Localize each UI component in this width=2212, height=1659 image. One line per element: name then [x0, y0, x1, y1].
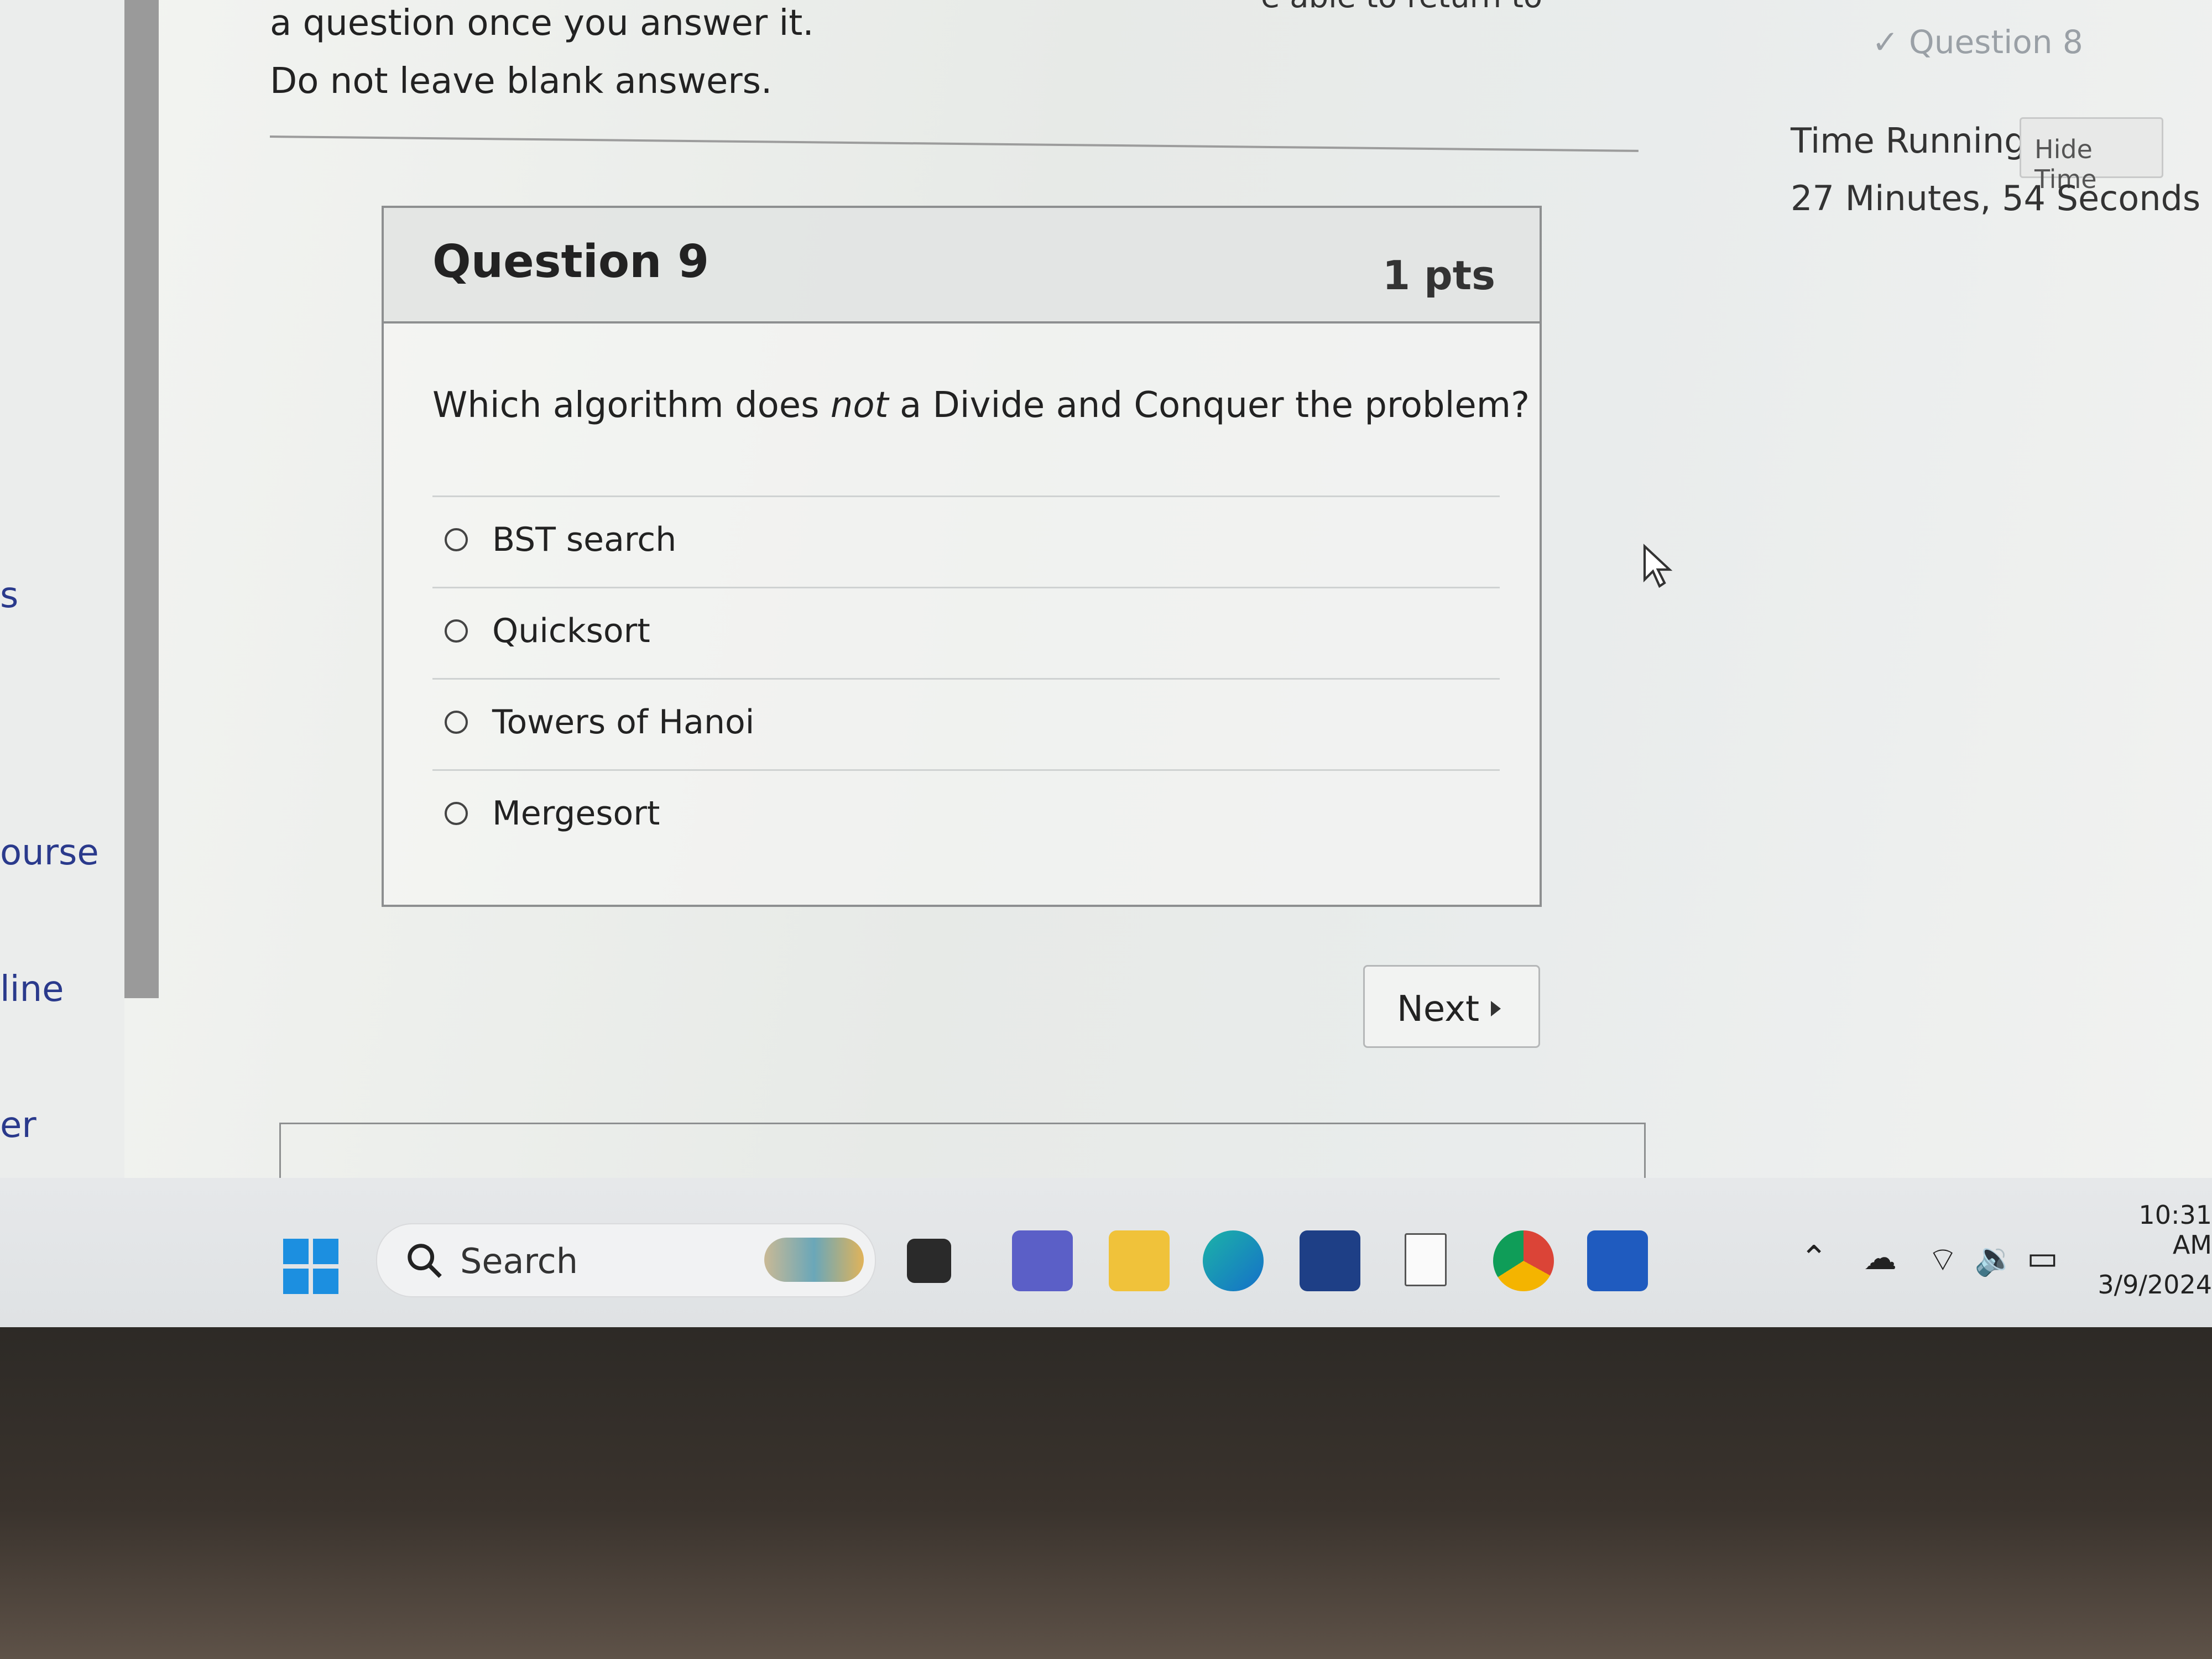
previous-question-label: Question 8: [1909, 23, 2083, 61]
emphasis-not: not: [830, 385, 889, 426]
question-text: Which algorithm does not a Divide and Co…: [432, 385, 1530, 426]
checkmark-icon: ✓: [1872, 23, 1899, 61]
radio-button[interactable]: [445, 619, 468, 643]
nav-item-online[interactable]: line: [0, 969, 64, 1010]
teams-icon[interactable]: [1012, 1230, 1073, 1291]
instruction-top-fragment: e able to return to: [1261, 0, 1542, 15]
windows-start-icon[interactable]: [283, 1239, 338, 1294]
clock-date: 3/9/2024: [2098, 1270, 2212, 1300]
taskbar-search[interactable]: Search: [376, 1223, 876, 1297]
answer-option[interactable]: Mergesort: [432, 769, 1500, 862]
answer-option[interactable]: Quicksort: [432, 587, 1500, 680]
radio-button[interactable]: [445, 528, 468, 551]
nav-item-er[interactable]: er: [0, 1105, 36, 1146]
question-points: 1 pts: [1383, 252, 1495, 299]
edge-icon[interactable]: [1203, 1230, 1264, 1291]
answer-label[interactable]: Mergesort: [492, 794, 660, 833]
file-explorer-icon[interactable]: [1109, 1230, 1170, 1291]
clock-time: 10:31 AM: [2138, 1200, 2212, 1260]
answer-option[interactable]: Towers of Hanoi: [432, 678, 1500, 771]
course-nav: s ourse line er: [0, 0, 124, 1206]
caret-right-icon: [1491, 1001, 1501, 1016]
wifi-icon[interactable]: ⌔: [1927, 1239, 1958, 1280]
divider: [269, 135, 1639, 152]
radio-button[interactable]: [445, 711, 468, 734]
laptop-bezel: [0, 1327, 2212, 1659]
task-view-icon[interactable]: [907, 1239, 951, 1283]
question-card: Question 9 1 pts Which algorithm does no…: [382, 206, 1542, 907]
next-button[interactable]: Next: [1363, 965, 1540, 1048]
mouse-cursor-icon: [1643, 544, 1673, 588]
search-label: Search: [460, 1241, 578, 1281]
chevron-up-icon[interactable]: ⌃: [1800, 1239, 1828, 1277]
search-icon: [408, 1244, 442, 1278]
hide-time-button[interactable]: Hide Time: [2020, 117, 2163, 194]
answer-option[interactable]: BST search: [432, 495, 1500, 588]
nav-item-course[interactable]: ourse: [0, 832, 99, 873]
microsoft-store-icon[interactable]: [1300, 1230, 1360, 1291]
onedrive-icon[interactable]: ☁: [1864, 1239, 1897, 1277]
taskbar: Search ⌃ ☁ ⌔ 🔉 ▭ 10:31 AM 3/9/2024: [0, 1178, 2212, 1327]
radio-button[interactable]: [445, 802, 468, 825]
answer-label[interactable]: Quicksort: [492, 612, 650, 650]
time-running-label: Time Running:: [1791, 121, 2038, 161]
next-button-label: Next: [1397, 989, 1480, 1030]
volume-icon[interactable]: 🔉: [1974, 1239, 2016, 1278]
battery-icon[interactable]: ▭: [2027, 1239, 2058, 1277]
notepad-icon[interactable]: [1405, 1233, 1447, 1286]
timer-value: 27 Minutes, 54 Seconds: [1791, 178, 2201, 218]
question-title: Question 9: [432, 236, 709, 288]
browser-viewport: s ourse line er e able to return to a qu…: [0, 0, 2212, 1206]
previous-question-link[interactable]: ✓ Question 8: [1872, 23, 2083, 61]
instruction-line-1: a question once you answer it.: [270, 3, 814, 44]
question-text-content: Which algorithm does not a Divide and Co…: [432, 385, 1530, 426]
question-header: Question 9 1 pts: [384, 208, 1540, 324]
nav-item-1[interactable]: s: [0, 575, 18, 616]
instruction-line-2: Do not leave blank answers.: [270, 61, 773, 102]
nav-scrollbar[interactable]: [124, 0, 159, 998]
system-clock[interactable]: 10:31 AM 3/9/2024: [2091, 1200, 2212, 1310]
chrome-icon[interactable]: [1493, 1230, 1554, 1291]
word-icon[interactable]: [1587, 1230, 1648, 1291]
search-highlight-icon: [764, 1238, 864, 1282]
answer-label[interactable]: BST search: [492, 520, 676, 559]
answer-label[interactable]: Towers of Hanoi: [492, 703, 754, 742]
